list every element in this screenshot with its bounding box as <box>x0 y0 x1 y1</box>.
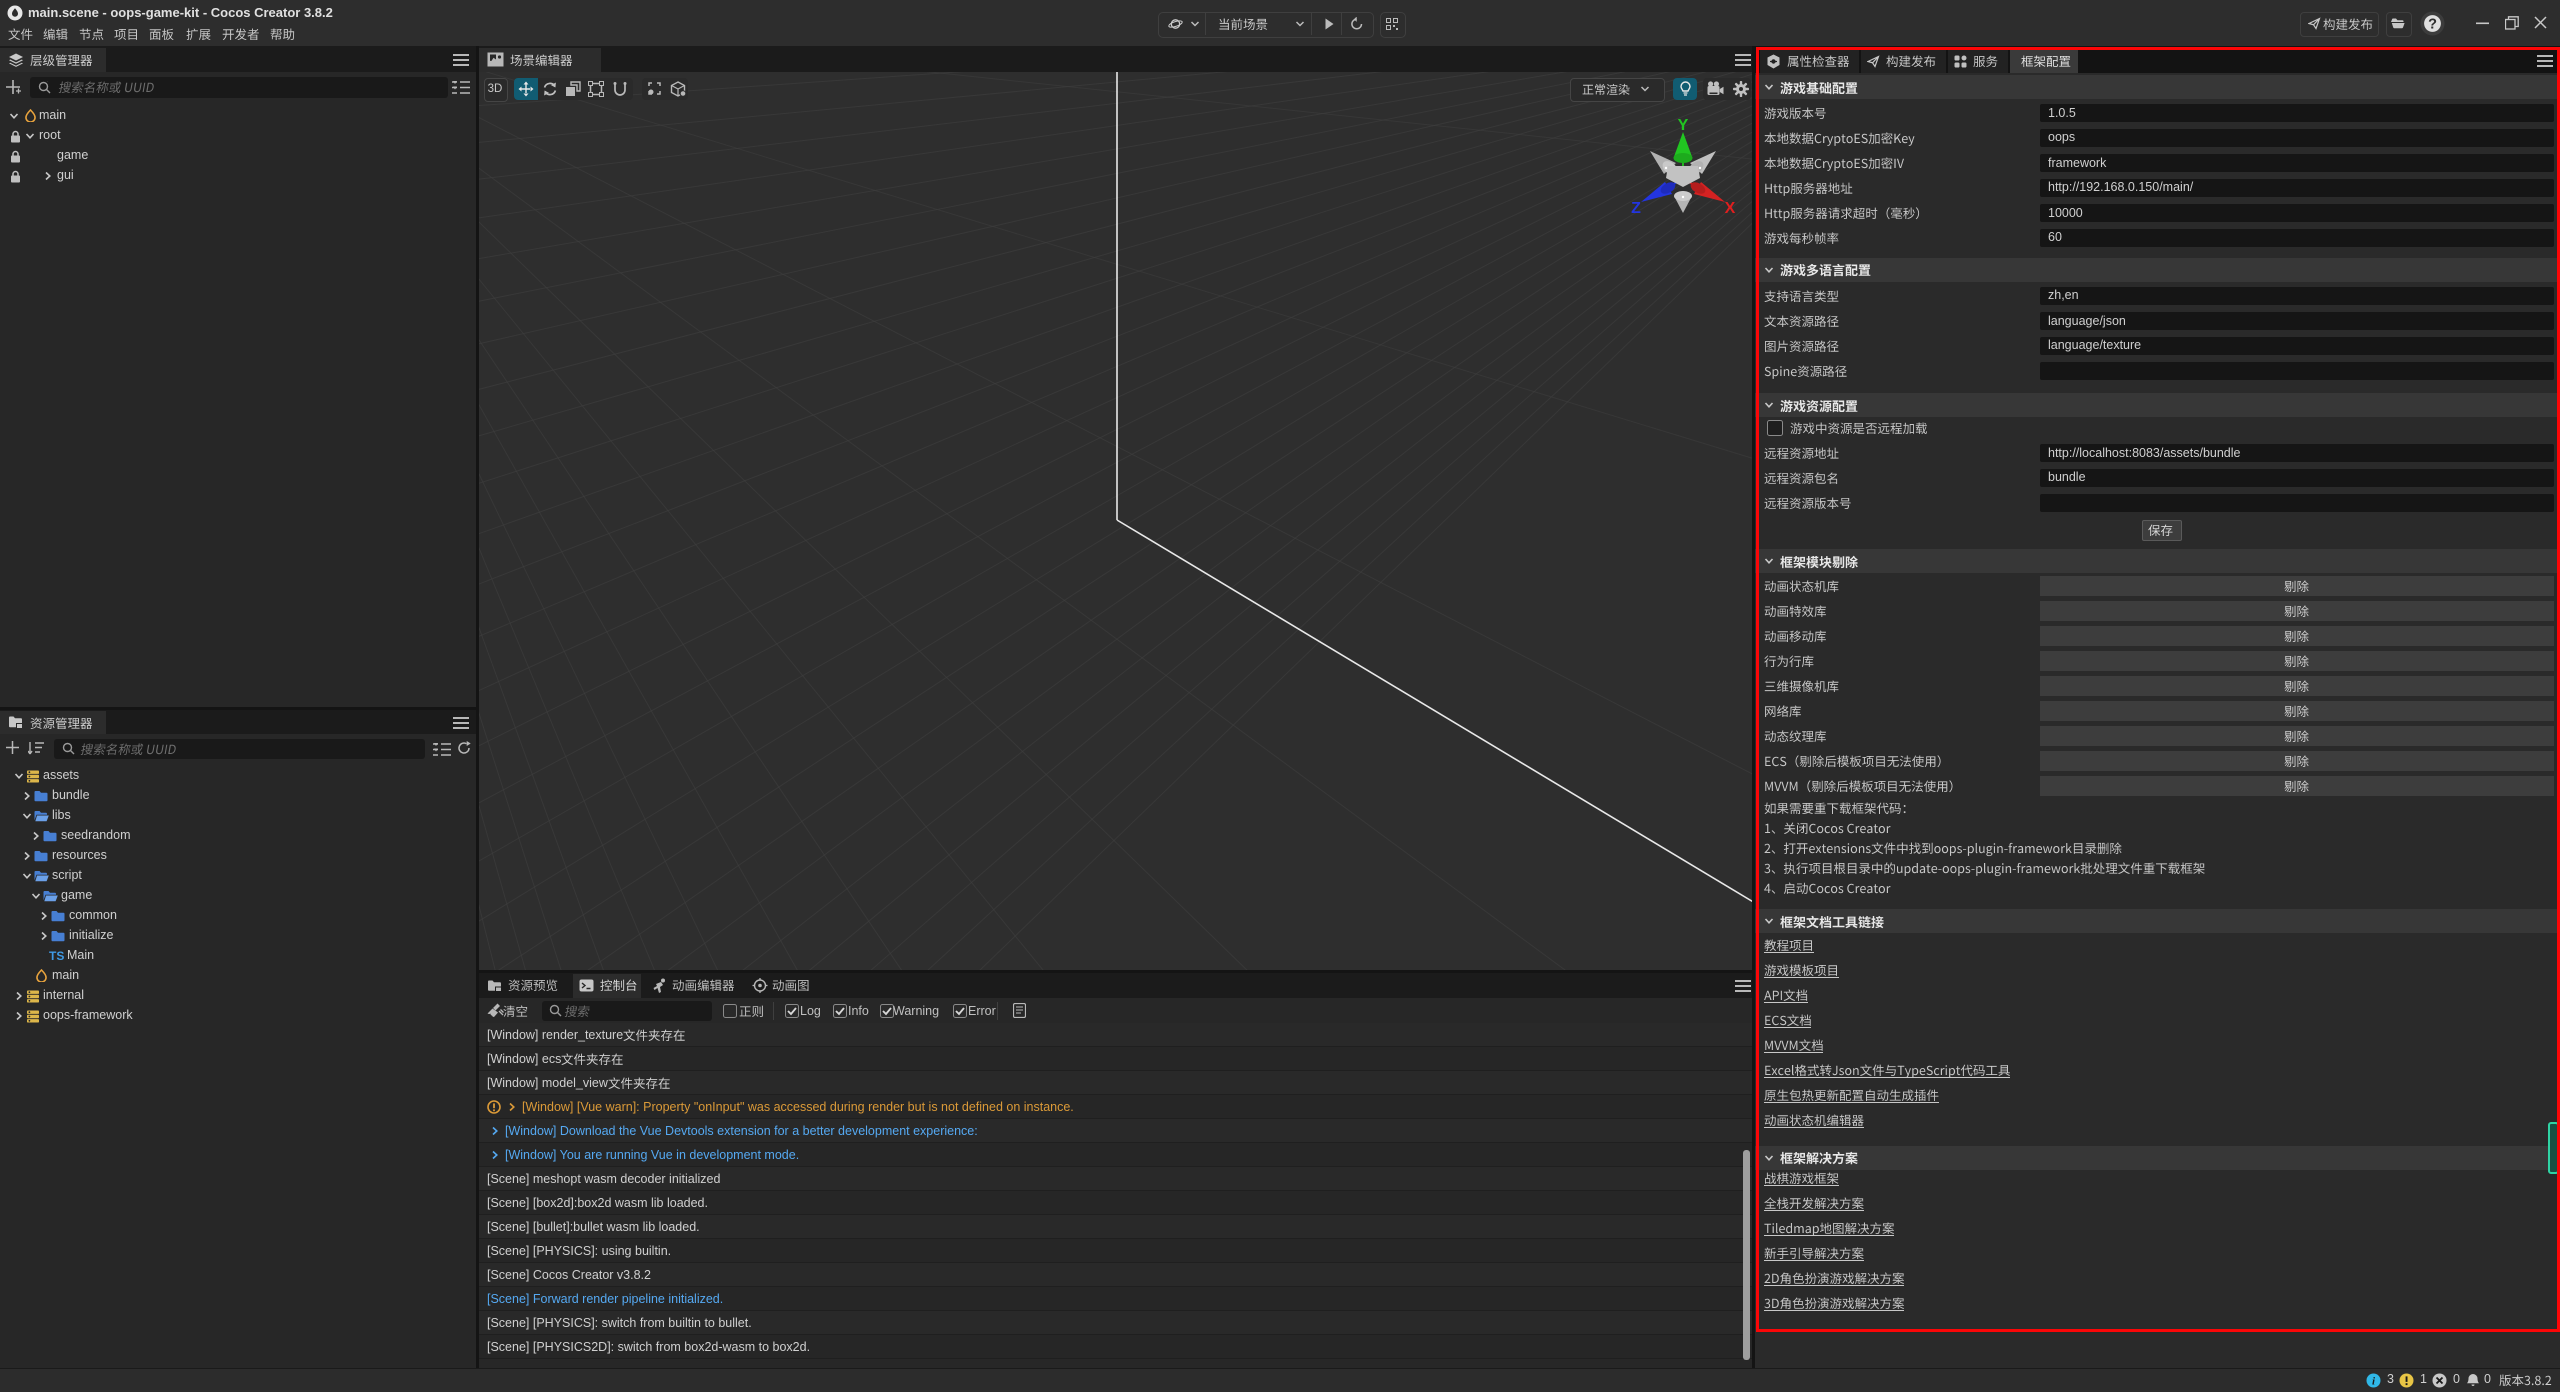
svg-text:?: ? <box>2428 17 2437 33</box>
svg-text:Z: Z <box>1631 200 1641 217</box>
svg-text:Y: Y <box>1678 117 1689 134</box>
svg-text:X: X <box>1725 200 1736 217</box>
